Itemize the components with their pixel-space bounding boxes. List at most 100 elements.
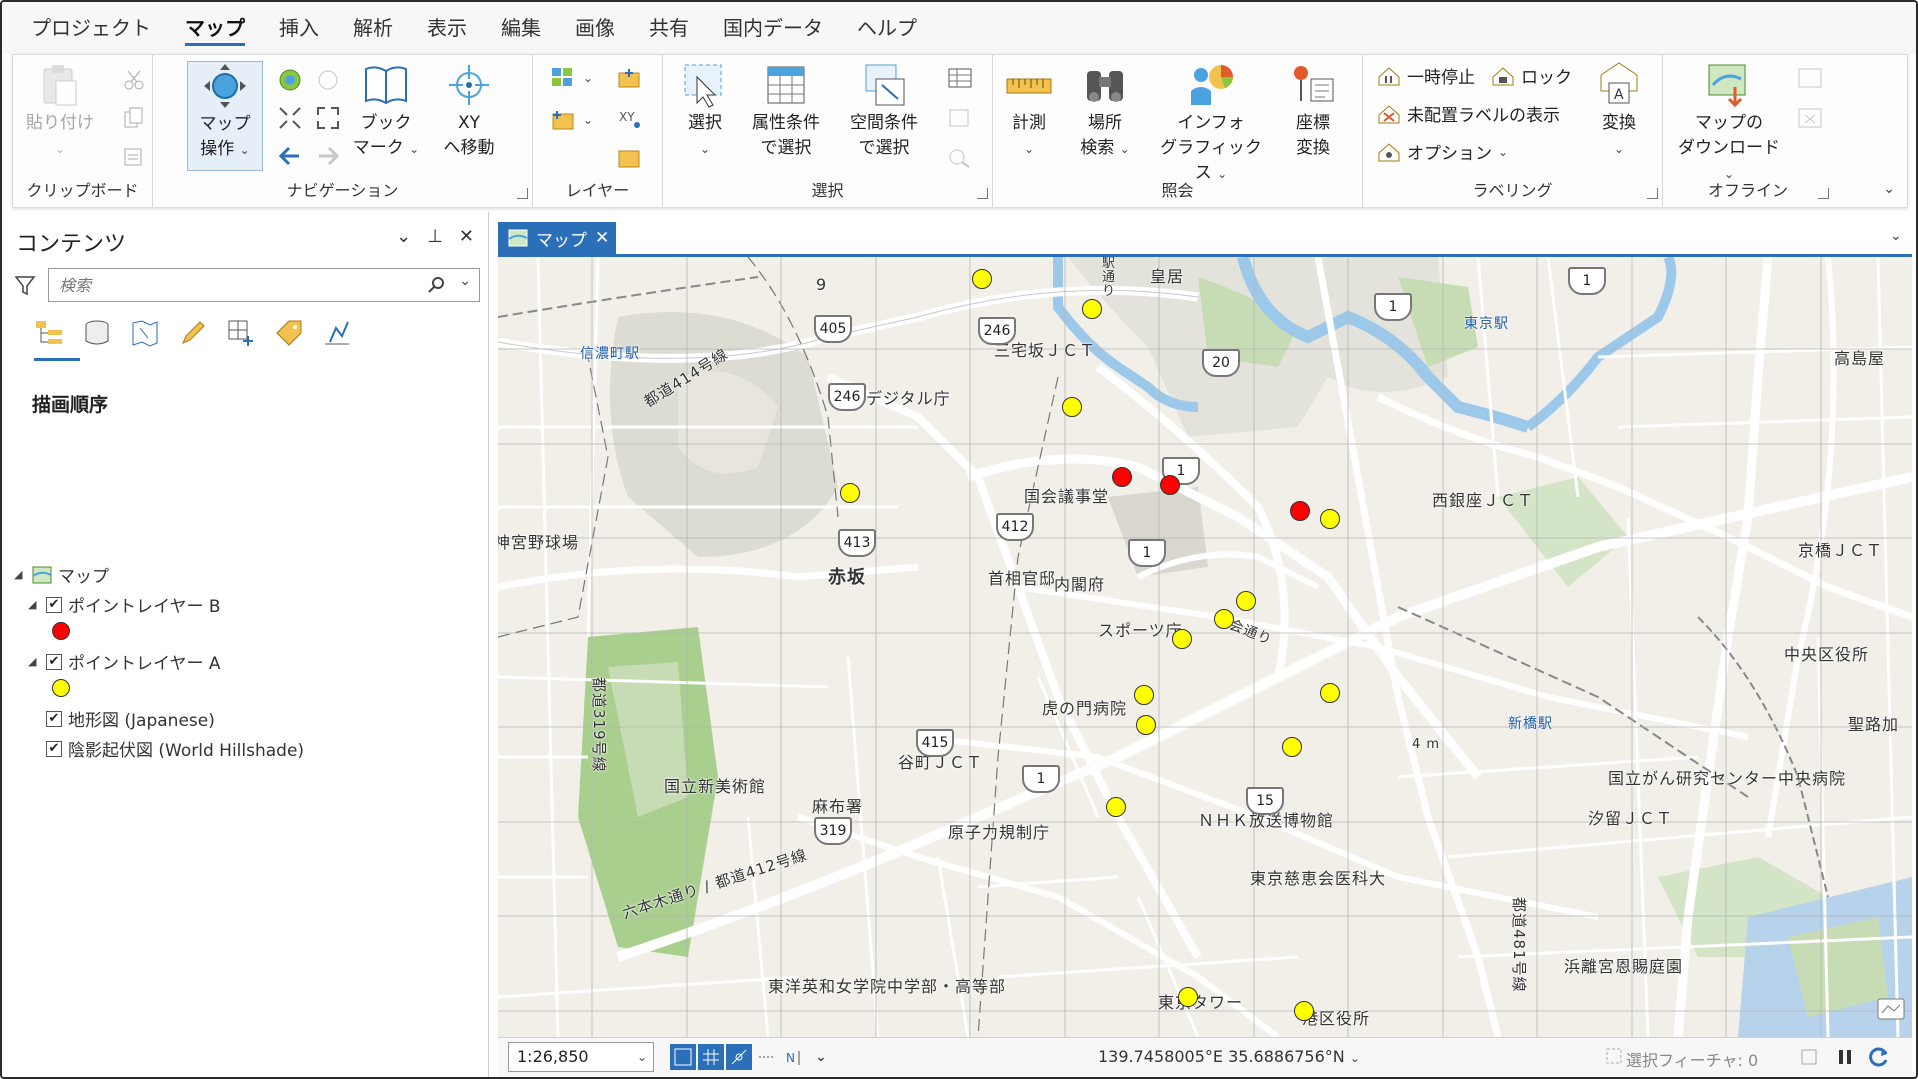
- expand-triangle-icon[interactable]: ◢: [28, 655, 40, 668]
- map-overview-icon[interactable]: [1876, 997, 1908, 1025]
- add-preset-icon[interactable]: [617, 67, 643, 91]
- bookmarks-button[interactable]: ブック マーク ⌄: [349, 61, 423, 162]
- search-icon[interactable]: [427, 276, 445, 294]
- drawing-order-icon[interactable]: [32, 316, 66, 350]
- fixed-zoom-icon[interactable]: [670, 1044, 696, 1070]
- tab-view[interactable]: 表示: [410, 2, 484, 54]
- convert-labels-button[interactable]: A 変換 ⌄: [1591, 61, 1647, 162]
- measure-button[interactable]: 計測 ⌄: [1001, 61, 1057, 162]
- full-extent-icon[interactable]: [277, 67, 303, 93]
- copy-path-icon[interactable]: [123, 145, 145, 167]
- previous-extent-icon[interactable]: [277, 143, 303, 169]
- tab-help[interactable]: ヘルプ: [840, 2, 934, 54]
- hillshade-checkbox[interactable]: ✔: [46, 740, 62, 757]
- goto-xy-button[interactable]: XY へ移動: [437, 61, 501, 161]
- zoom-selection-icon[interactable]: [315, 67, 341, 93]
- locate-button[interactable]: 場所 検索 ⌄: [1065, 61, 1145, 162]
- point-a[interactable]: [1106, 797, 1126, 817]
- point-a[interactable]: [1282, 737, 1302, 757]
- point-a[interactable]: [972, 269, 992, 289]
- pane-menu-icon[interactable]: ⌄: [396, 226, 411, 247]
- point-b[interactable]: [1290, 501, 1310, 521]
- next-extent-icon[interactable]: [315, 143, 341, 169]
- view-unplaced-button[interactable]: 未配置ラベルの表示: [1377, 101, 1560, 126]
- xy-table-icon[interactable]: XY: [617, 107, 643, 131]
- constraint-icon[interactable]: [754, 1044, 780, 1070]
- point-b[interactable]: [1160, 475, 1180, 495]
- point-a[interactable]: [1136, 715, 1156, 735]
- point-a[interactable]: [1062, 397, 1082, 417]
- tree-item-layer-a[interactable]: ◢ ✔ ポイントレイヤー A: [28, 649, 221, 674]
- copy-icon[interactable]: [123, 107, 145, 129]
- attributes-icon[interactable]: [947, 67, 973, 89]
- basemap-icon[interactable]: [617, 147, 643, 171]
- point-a[interactable]: [840, 483, 860, 503]
- map-view-tab[interactable]: マップ ✕: [498, 222, 616, 254]
- convert-coordinates-button[interactable]: 座標 変換: [1277, 61, 1349, 161]
- point-a[interactable]: [1178, 987, 1198, 1007]
- selection-view-icon[interactable]: [128, 316, 162, 350]
- point-a[interactable]: [1320, 683, 1340, 703]
- tab-japan-data[interactable]: 国内データ: [706, 2, 840, 54]
- tree-item-layer-b[interactable]: ◢ ✔ ポイントレイヤー B: [28, 592, 221, 617]
- explore-button[interactable]: マップ 操作 ⌄: [187, 61, 263, 171]
- download-map-button[interactable]: マップの ダウンロード ⌄: [1673, 61, 1785, 187]
- tab-insert[interactable]: 挿入: [262, 2, 336, 54]
- pause-drawing-icon[interactable]: [1832, 1044, 1858, 1070]
- data-source-icon[interactable]: [80, 316, 114, 350]
- coordinate-readout[interactable]: 139.7458005°E 35.6886756°N ⌄: [1098, 1047, 1360, 1066]
- tree-item-hillshade[interactable]: ✔ 陰影起伏図 (World Hillshade): [46, 736, 304, 761]
- label-options-button[interactable]: オプション ⌄: [1377, 139, 1508, 164]
- north-arrow-icon[interactable]: N: [782, 1044, 808, 1070]
- expand-triangle-icon[interactable]: ◢: [28, 598, 40, 611]
- clear-selection-icon[interactable]: [947, 107, 973, 129]
- pause-labeling-button[interactable]: 一時停止: [1377, 63, 1475, 88]
- point-a[interactable]: [1294, 1001, 1314, 1021]
- lock-labels-button[interactable]: ロック: [1491, 63, 1572, 88]
- point-a[interactable]: [1134, 685, 1154, 705]
- expand-triangle-icon[interactable]: ◢: [14, 568, 26, 581]
- fixed-zoom-in-icon[interactable]: [277, 105, 303, 131]
- tab-map[interactable]: マップ: [168, 2, 262, 54]
- select-by-location-button[interactable]: 空間条件 で選択: [841, 61, 927, 161]
- fixed-zoom-out-icon[interactable]: [315, 105, 341, 131]
- refresh-icon[interactable]: [1866, 1044, 1892, 1070]
- tab-imagery[interactable]: 画像: [558, 2, 632, 54]
- tree-item-basemap[interactable]: ✔ 地形図 (Japanese): [46, 706, 215, 731]
- refresh-disabled-icon[interactable]: [1796, 1044, 1822, 1070]
- filter-icon[interactable]: [14, 274, 36, 296]
- charts-view-icon[interactable]: [320, 316, 354, 350]
- tab-project[interactable]: プロジェクト: [14, 2, 168, 54]
- chevron-down-icon[interactable]: ⌄: [808, 1044, 834, 1070]
- map-canvas[interactable]: 皇居 駅 通 り 9 信濃町駅 都道414号線 三宅坂ＪＣＴ デジタル庁 東京駅…: [498, 257, 1912, 1037]
- tab-share[interactable]: 共有: [632, 2, 706, 54]
- tree-item-map[interactable]: ◢ マップ: [14, 562, 109, 587]
- sync-icon[interactable]: [1797, 67, 1823, 91]
- snapping-icon[interactable]: [726, 1044, 752, 1070]
- paste-button[interactable]: 貼り付け ⌄: [25, 61, 95, 162]
- search-input[interactable]: [57, 275, 401, 296]
- zoom-to-selection-icon[interactable]: [947, 147, 973, 169]
- scale-selector[interactable]: 1:26,850 ⌄: [508, 1042, 654, 1072]
- close-icon[interactable]: ✕: [459, 226, 474, 247]
- add-data-button[interactable]: ⌄: [551, 67, 593, 89]
- chevron-down-icon[interactable]: ⌄: [459, 273, 471, 289]
- tab-edit[interactable]: 編集: [484, 2, 558, 54]
- point-a[interactable]: [1320, 509, 1340, 529]
- infographics-button[interactable]: インフォ グラフィックス ⌄: [1153, 61, 1269, 187]
- close-tab-icon[interactable]: ✕: [595, 228, 609, 248]
- point-a[interactable]: [1082, 299, 1102, 319]
- offline-launcher[interactable]: [1818, 188, 1829, 199]
- point-a[interactable]: [1214, 609, 1234, 629]
- collapse-ribbon-icon[interactable]: ⌄: [1883, 181, 1895, 197]
- labeling-view-icon[interactable]: [272, 316, 306, 350]
- layer-b-checkbox[interactable]: ✔: [46, 596, 62, 613]
- cut-icon[interactable]: [123, 69, 145, 91]
- selection-status-icon[interactable]: [1602, 1044, 1628, 1070]
- tab-list-icon[interactable]: ⌄: [1890, 228, 1902, 244]
- editing-view-icon[interactable]: [176, 316, 210, 350]
- add-graphics-layer-button[interactable]: ⌄: [551, 109, 593, 131]
- layer-a-checkbox[interactable]: ✔: [46, 653, 62, 670]
- snapping-view-icon[interactable]: [224, 316, 258, 350]
- point-a[interactable]: [1172, 629, 1192, 649]
